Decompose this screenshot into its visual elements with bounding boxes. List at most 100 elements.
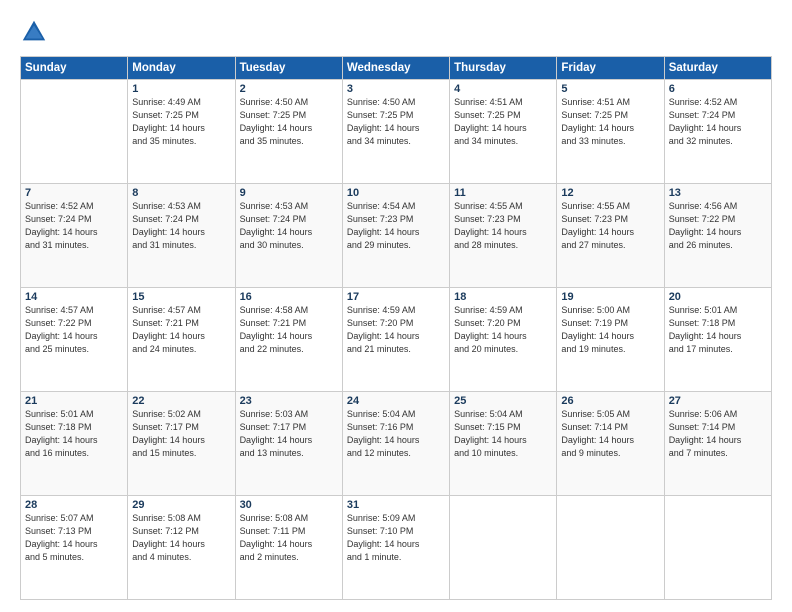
day-number: 5 — [561, 83, 659, 95]
cell-info: Sunrise: 4:59 AM Sunset: 7:20 PM Dayligh… — [347, 304, 445, 356]
day-number: 25 — [454, 395, 552, 407]
day-number: 16 — [240, 291, 338, 303]
cell-info: Sunrise: 5:05 AM Sunset: 7:14 PM Dayligh… — [561, 408, 659, 460]
day-number: 8 — [132, 187, 230, 199]
day-number: 30 — [240, 499, 338, 511]
cell-info: Sunrise: 4:57 AM Sunset: 7:21 PM Dayligh… — [132, 304, 230, 356]
cell-info: Sunrise: 4:59 AM Sunset: 7:20 PM Dayligh… — [454, 304, 552, 356]
calendar-cell: 22Sunrise: 5:02 AM Sunset: 7:17 PM Dayli… — [128, 392, 235, 496]
day-number: 3 — [347, 83, 445, 95]
calendar-cell — [557, 496, 664, 600]
calendar-cell: 3Sunrise: 4:50 AM Sunset: 7:25 PM Daylig… — [342, 80, 449, 184]
calendar-cell: 25Sunrise: 5:04 AM Sunset: 7:15 PM Dayli… — [450, 392, 557, 496]
day-number: 29 — [132, 499, 230, 511]
day-number: 13 — [669, 187, 767, 199]
day-number: 18 — [454, 291, 552, 303]
calendar-cell: 15Sunrise: 4:57 AM Sunset: 7:21 PM Dayli… — [128, 288, 235, 392]
day-number: 4 — [454, 83, 552, 95]
week-row-1: 1Sunrise: 4:49 AM Sunset: 7:25 PM Daylig… — [21, 80, 772, 184]
cell-info: Sunrise: 4:58 AM Sunset: 7:21 PM Dayligh… — [240, 304, 338, 356]
day-number: 10 — [347, 187, 445, 199]
cell-info: Sunrise: 5:04 AM Sunset: 7:15 PM Dayligh… — [454, 408, 552, 460]
calendar-cell — [664, 496, 771, 600]
calendar-cell: 27Sunrise: 5:06 AM Sunset: 7:14 PM Dayli… — [664, 392, 771, 496]
day-number: 21 — [25, 395, 123, 407]
day-number: 17 — [347, 291, 445, 303]
cell-info: Sunrise: 4:51 AM Sunset: 7:25 PM Dayligh… — [561, 96, 659, 148]
cell-info: Sunrise: 4:57 AM Sunset: 7:22 PM Dayligh… — [25, 304, 123, 356]
calendar-cell: 4Sunrise: 4:51 AM Sunset: 7:25 PM Daylig… — [450, 80, 557, 184]
cell-info: Sunrise: 4:50 AM Sunset: 7:25 PM Dayligh… — [347, 96, 445, 148]
calendar-cell: 14Sunrise: 4:57 AM Sunset: 7:22 PM Dayli… — [21, 288, 128, 392]
cell-info: Sunrise: 4:52 AM Sunset: 7:24 PM Dayligh… — [25, 200, 123, 252]
week-row-5: 28Sunrise: 5:07 AM Sunset: 7:13 PM Dayli… — [21, 496, 772, 600]
cell-info: Sunrise: 5:09 AM Sunset: 7:10 PM Dayligh… — [347, 512, 445, 564]
week-row-2: 7Sunrise: 4:52 AM Sunset: 7:24 PM Daylig… — [21, 184, 772, 288]
day-number: 28 — [25, 499, 123, 511]
calendar-cell: 12Sunrise: 4:55 AM Sunset: 7:23 PM Dayli… — [557, 184, 664, 288]
calendar-cell: 21Sunrise: 5:01 AM Sunset: 7:18 PM Dayli… — [21, 392, 128, 496]
page: SundayMondayTuesdayWednesdayThursdayFrid… — [0, 0, 792, 612]
calendar-cell: 17Sunrise: 4:59 AM Sunset: 7:20 PM Dayli… — [342, 288, 449, 392]
calendar-cell: 13Sunrise: 4:56 AM Sunset: 7:22 PM Dayli… — [664, 184, 771, 288]
cell-info: Sunrise: 4:51 AM Sunset: 7:25 PM Dayligh… — [454, 96, 552, 148]
day-number: 31 — [347, 499, 445, 511]
calendar-cell: 30Sunrise: 5:08 AM Sunset: 7:11 PM Dayli… — [235, 496, 342, 600]
calendar-cell — [450, 496, 557, 600]
calendar-cell: 8Sunrise: 4:53 AM Sunset: 7:24 PM Daylig… — [128, 184, 235, 288]
calendar-cell: 20Sunrise: 5:01 AM Sunset: 7:18 PM Dayli… — [664, 288, 771, 392]
cell-info: Sunrise: 5:08 AM Sunset: 7:11 PM Dayligh… — [240, 512, 338, 564]
weekday-header-friday: Friday — [557, 57, 664, 80]
day-number: 9 — [240, 187, 338, 199]
cell-info: Sunrise: 4:56 AM Sunset: 7:22 PM Dayligh… — [669, 200, 767, 252]
calendar-cell: 10Sunrise: 4:54 AM Sunset: 7:23 PM Dayli… — [342, 184, 449, 288]
calendar-cell: 1Sunrise: 4:49 AM Sunset: 7:25 PM Daylig… — [128, 80, 235, 184]
day-number: 14 — [25, 291, 123, 303]
cell-info: Sunrise: 5:08 AM Sunset: 7:12 PM Dayligh… — [132, 512, 230, 564]
calendar-cell — [21, 80, 128, 184]
calendar-cell: 16Sunrise: 4:58 AM Sunset: 7:21 PM Dayli… — [235, 288, 342, 392]
weekday-header-saturday: Saturday — [664, 57, 771, 80]
cell-info: Sunrise: 4:49 AM Sunset: 7:25 PM Dayligh… — [132, 96, 230, 148]
day-number: 12 — [561, 187, 659, 199]
header — [20, 18, 772, 46]
day-number: 2 — [240, 83, 338, 95]
cell-info: Sunrise: 4:54 AM Sunset: 7:23 PM Dayligh… — [347, 200, 445, 252]
cell-info: Sunrise: 5:06 AM Sunset: 7:14 PM Dayligh… — [669, 408, 767, 460]
day-number: 19 — [561, 291, 659, 303]
cell-info: Sunrise: 5:01 AM Sunset: 7:18 PM Dayligh… — [25, 408, 123, 460]
weekday-header-row: SundayMondayTuesdayWednesdayThursdayFrid… — [21, 57, 772, 80]
day-number: 24 — [347, 395, 445, 407]
calendar-cell: 31Sunrise: 5:09 AM Sunset: 7:10 PM Dayli… — [342, 496, 449, 600]
calendar-cell: 19Sunrise: 5:00 AM Sunset: 7:19 PM Dayli… — [557, 288, 664, 392]
cell-info: Sunrise: 5:00 AM Sunset: 7:19 PM Dayligh… — [561, 304, 659, 356]
calendar-cell: 28Sunrise: 5:07 AM Sunset: 7:13 PM Dayli… — [21, 496, 128, 600]
day-number: 20 — [669, 291, 767, 303]
weekday-header-thursday: Thursday — [450, 57, 557, 80]
logo-icon — [20, 18, 48, 46]
cell-info: Sunrise: 5:04 AM Sunset: 7:16 PM Dayligh… — [347, 408, 445, 460]
weekday-header-sunday: Sunday — [21, 57, 128, 80]
day-number: 6 — [669, 83, 767, 95]
day-number: 11 — [454, 187, 552, 199]
calendar-cell: 7Sunrise: 4:52 AM Sunset: 7:24 PM Daylig… — [21, 184, 128, 288]
cell-info: Sunrise: 4:53 AM Sunset: 7:24 PM Dayligh… — [240, 200, 338, 252]
cell-info: Sunrise: 4:50 AM Sunset: 7:25 PM Dayligh… — [240, 96, 338, 148]
calendar-cell: 9Sunrise: 4:53 AM Sunset: 7:24 PM Daylig… — [235, 184, 342, 288]
cell-info: Sunrise: 4:53 AM Sunset: 7:24 PM Dayligh… — [132, 200, 230, 252]
cell-info: Sunrise: 5:03 AM Sunset: 7:17 PM Dayligh… — [240, 408, 338, 460]
cell-info: Sunrise: 5:02 AM Sunset: 7:17 PM Dayligh… — [132, 408, 230, 460]
day-number: 15 — [132, 291, 230, 303]
calendar-cell: 5Sunrise: 4:51 AM Sunset: 7:25 PM Daylig… — [557, 80, 664, 184]
weekday-header-monday: Monday — [128, 57, 235, 80]
weekday-header-tuesday: Tuesday — [235, 57, 342, 80]
cell-info: Sunrise: 5:07 AM Sunset: 7:13 PM Dayligh… — [25, 512, 123, 564]
calendar-cell: 23Sunrise: 5:03 AM Sunset: 7:17 PM Dayli… — [235, 392, 342, 496]
weekday-header-wednesday: Wednesday — [342, 57, 449, 80]
calendar-cell: 29Sunrise: 5:08 AM Sunset: 7:12 PM Dayli… — [128, 496, 235, 600]
week-row-3: 14Sunrise: 4:57 AM Sunset: 7:22 PM Dayli… — [21, 288, 772, 392]
cell-info: Sunrise: 4:55 AM Sunset: 7:23 PM Dayligh… — [454, 200, 552, 252]
day-number: 7 — [25, 187, 123, 199]
calendar-cell: 26Sunrise: 5:05 AM Sunset: 7:14 PM Dayli… — [557, 392, 664, 496]
day-number: 23 — [240, 395, 338, 407]
